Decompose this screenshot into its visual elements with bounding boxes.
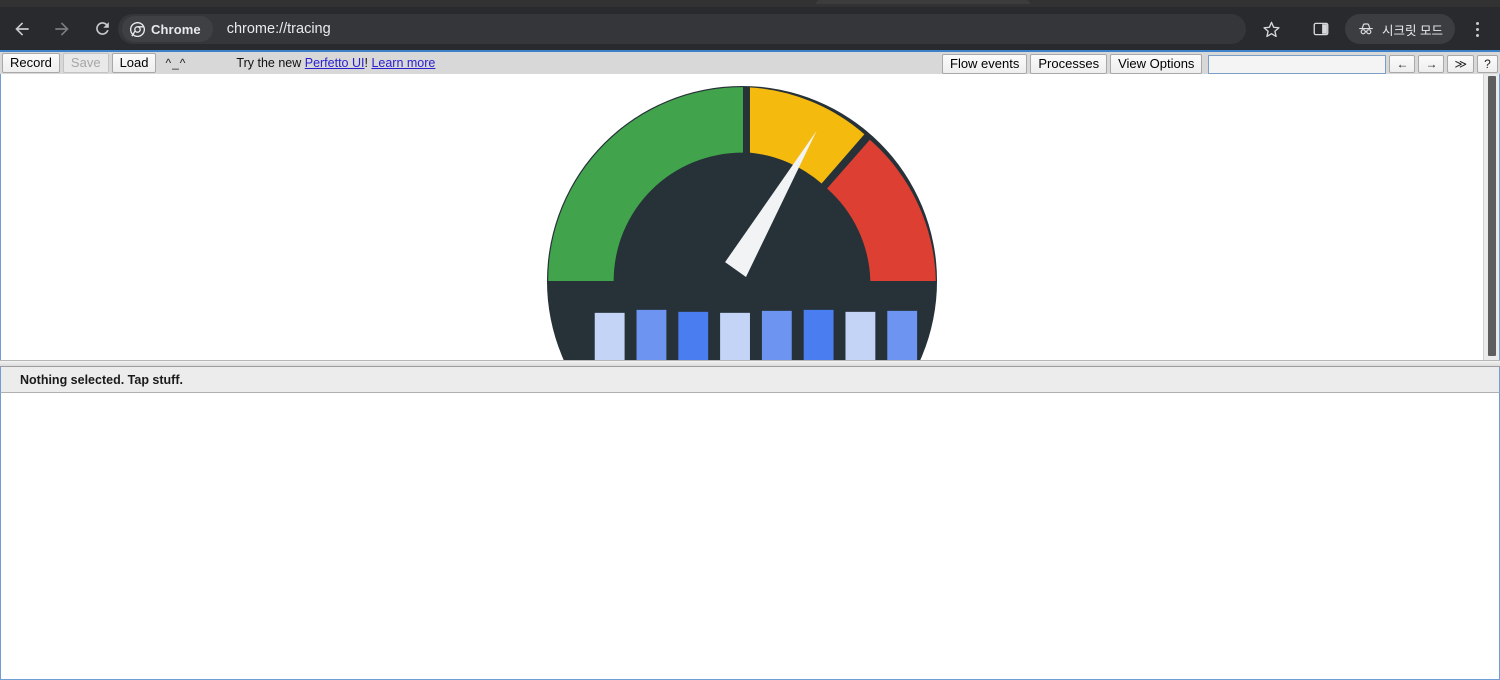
toolbar-perfetto-link[interactable]: Perfetto UI (305, 56, 365, 70)
save-button: Save (63, 53, 109, 73)
side-panel-icon (1312, 20, 1330, 38)
forward-button[interactable] (44, 11, 80, 47)
back-button[interactable] (4, 11, 40, 47)
help-button[interactable]: ? (1477, 55, 1498, 73)
record-button[interactable]: Record (2, 53, 60, 73)
toolbar-promo-text: Try the new Perfetto UI! Learn more (236, 56, 435, 70)
more-button[interactable]: ≫ (1447, 55, 1474, 73)
vertical-scrollbar-thumb[interactable] (1488, 76, 1496, 356)
status-text: Nothing selected. Tap stuff. (20, 373, 183, 387)
three-dot-menu-icon (1476, 22, 1479, 37)
arrow-left-icon (12, 19, 32, 39)
tracing-toolbar-right-group: Flow events Processes View Options ← → ≫… (942, 52, 1498, 74)
omnibox-url-text[interactable]: chrome://tracing (227, 21, 331, 37)
arrow-right-icon (52, 19, 72, 39)
incognito-label: 시크릿 모드 (1382, 20, 1443, 39)
omnibox[interactable]: Chrome chrome://tracing (118, 14, 1246, 44)
flow-events-button[interactable]: Flow events (942, 54, 1027, 74)
chrome-chip-label: Chrome (151, 22, 201, 37)
toolbar-promo-prefix: Try the new (236, 56, 304, 70)
load-button[interactable]: Load (112, 53, 157, 73)
emoticon-label[interactable]: ^_^ (159, 56, 196, 70)
bookmark-star-button[interactable] (1256, 14, 1286, 44)
browser-tab[interactable] (816, 0, 1030, 4)
pane-drag-handle[interactable] (0, 360, 1500, 367)
tracing-toolbar: Record Save Load ^_^ Try the new Perfett… (0, 50, 1500, 74)
chrome-logo-icon (130, 22, 145, 37)
browser-toolbar: Chrome chrome://tracing 시크릿 모드 (0, 7, 1500, 50)
chrome-chip[interactable]: Chrome (122, 16, 213, 42)
welcome-panel: Try the new Perfetto UI! Learn more. (1, 74, 1482, 360)
tracing-content-area: Try the new Perfetto UI! Learn more. (0, 74, 1500, 360)
incognito-mode-indicator[interactable]: 시크릿 모드 (1345, 14, 1455, 44)
status-bar: Nothing selected. Tap stuff. (0, 367, 1500, 393)
star-icon (1262, 20, 1281, 39)
tracing-app: Record Save Load ^_^ Try the new Perfett… (0, 50, 1500, 680)
vertical-scrollbar[interactable] (1483, 74, 1499, 360)
browser-menu-button[interactable] (1464, 14, 1490, 44)
details-pane (0, 393, 1500, 680)
search-next-button[interactable]: → (1418, 55, 1444, 73)
search-prev-button[interactable]: ← (1389, 55, 1415, 73)
perfetto-logo (543, 82, 941, 360)
toolbar-learn-more-link[interactable]: Learn more (371, 56, 435, 70)
browser-tab-strip[interactable] (0, 0, 1500, 7)
view-options-button[interactable]: View Options (1110, 54, 1202, 74)
processes-button[interactable]: Processes (1030, 54, 1107, 74)
reload-icon (93, 19, 112, 38)
search-input[interactable] (1208, 55, 1386, 74)
reload-button[interactable] (84, 11, 120, 47)
incognito-icon (1357, 20, 1375, 38)
side-panel-button[interactable] (1306, 14, 1336, 44)
tracing-toolbar-left-group: Record Save Load ^_^ Try the new Perfett… (0, 53, 435, 73)
